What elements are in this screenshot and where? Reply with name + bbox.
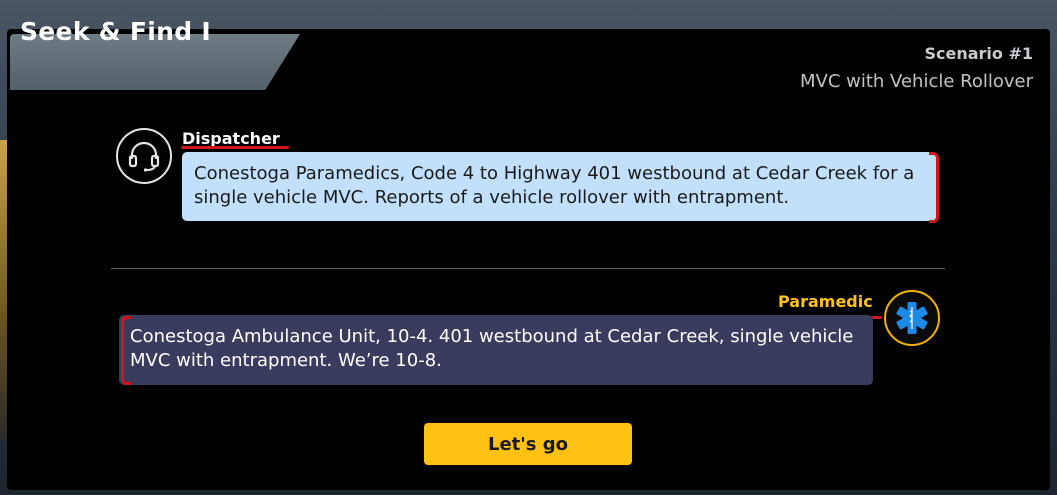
headset-icon <box>128 141 160 172</box>
scenario-name: MVC with Vehicle Rollover <box>800 71 1033 92</box>
scenario-number: Scenario #1 <box>924 44 1033 63</box>
paramedic-avatar <box>884 290 940 346</box>
divider <box>111 268 945 269</box>
paramedic-message: Conestoga Ambulance Unit, 10-4. 401 west… <box>119 315 873 385</box>
annotation-bracket <box>121 316 131 385</box>
annotation-underline <box>181 146 289 149</box>
lets-go-button[interactable]: Let's go <box>424 423 632 465</box>
dispatcher-avatar <box>116 128 172 184</box>
dispatcher-message: Conestoga Paramedics, Code 4 to Highway … <box>182 152 938 221</box>
window-title: Seek & Find I <box>20 17 211 46</box>
annotation-bracket <box>929 152 939 223</box>
star-of-life-icon <box>896 302 928 334</box>
dialog-modal <box>7 29 1050 490</box>
paramedic-speaker-name: Paramedic <box>778 292 873 311</box>
